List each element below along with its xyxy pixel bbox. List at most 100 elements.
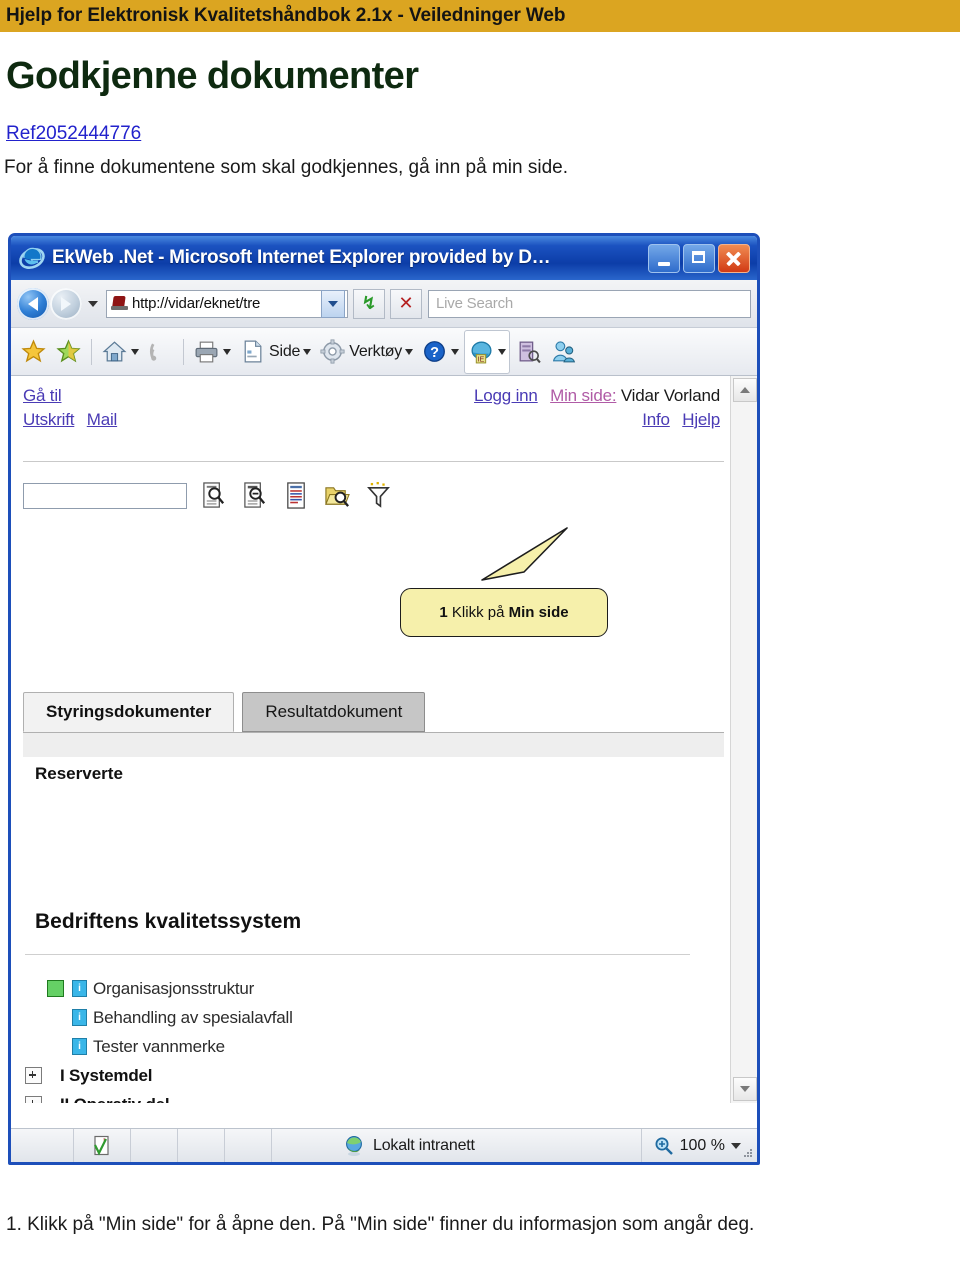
research-icon[interactable] bbox=[512, 331, 545, 373]
intro-paragraph: For å finne dokumentene som skal godkjen… bbox=[4, 157, 568, 178]
zoom-magnifier-icon bbox=[655, 1137, 673, 1155]
footer-step-text: 1. Klikk på "Min side" for å åpne den. P… bbox=[6, 1214, 755, 1235]
tree-item-label: I Systemdel bbox=[60, 1065, 153, 1085]
feeds-icon[interactable] bbox=[144, 331, 177, 373]
page-search-row bbox=[23, 481, 392, 510]
close-icon[interactable] bbox=[718, 243, 750, 273]
browser-page-viewport: Gå til Utskrift Mail Logg inn Min side: … bbox=[11, 376, 757, 1103]
address-bar[interactable]: http://vidar/eknet/tre bbox=[106, 289, 348, 318]
search-document-icon[interactable] bbox=[201, 481, 228, 510]
print-icon[interactable] bbox=[190, 331, 234, 373]
stop-icon[interactable]: ✕ bbox=[390, 288, 422, 319]
filter-funnel-icon[interactable] bbox=[365, 481, 392, 510]
tab-panel-header-strip bbox=[23, 733, 724, 757]
refresh-icon[interactable]: ↯ bbox=[353, 288, 385, 319]
page-menu-button[interactable]: Side bbox=[236, 331, 314, 373]
minimize-icon[interactable] bbox=[648, 243, 680, 273]
info-doc-icon: i bbox=[72, 1009, 87, 1026]
statusbar-segment bbox=[178, 1129, 225, 1162]
chevron-down-icon[interactable] bbox=[88, 300, 98, 307]
callout-text-bold: Min side bbox=[508, 604, 569, 621]
tree-item-ii-operativ-del[interactable]: II Operativ del bbox=[25, 1090, 710, 1103]
tools-menu-button[interactable]: Verktøy bbox=[316, 331, 416, 373]
tab-resultatdokument[interactable]: Resultatdokument bbox=[242, 692, 426, 732]
nav-row-info: Info Hjelp bbox=[474, 410, 720, 430]
nav-link-utskrift[interactable]: Utskrift bbox=[23, 410, 74, 430]
tree-item-behandling-spesialavfall[interactable]: i Behandling av spesialavfall bbox=[25, 1003, 710, 1032]
toolbar-separator bbox=[183, 338, 184, 365]
tree-item-label: Behandling av spesialavfall bbox=[93, 1007, 293, 1027]
tree-item-organisasjonsstruktur[interactable]: i Organisasjonsstruktur bbox=[25, 974, 710, 1003]
ie-compat-icon: IE bbox=[471, 341, 492, 364]
callout-number: 1 bbox=[439, 604, 448, 621]
nav-link-info[interactable]: Info bbox=[642, 410, 670, 430]
tree-item-label: II Operativ del bbox=[60, 1095, 170, 1104]
expand-plus-icon[interactable] bbox=[25, 1096, 42, 1103]
internet-explorer-icon bbox=[19, 245, 45, 271]
chevron-down-icon[interactable] bbox=[303, 348, 312, 355]
page-content: Gå til Utskrift Mail Logg inn Min side: … bbox=[11, 376, 730, 1103]
chevron-down-icon[interactable] bbox=[451, 348, 460, 355]
favorites-center-icon[interactable] bbox=[17, 331, 50, 373]
info-doc-icon: i bbox=[72, 1038, 87, 1055]
messenger-icon[interactable] bbox=[547, 331, 580, 373]
home-icon[interactable] bbox=[98, 331, 142, 373]
nav-row-1: Gå til bbox=[23, 386, 117, 406]
reference-link[interactable]: Ref2052444776 bbox=[6, 123, 141, 145]
maximize-icon[interactable] bbox=[683, 243, 715, 273]
page-nav-right: Logg inn Min side: Vidar Vorland Info Hj… bbox=[474, 386, 720, 434]
chevron-down-icon[interactable] bbox=[498, 348, 507, 355]
tools-icon bbox=[320, 339, 345, 364]
local-intranet-globe-icon bbox=[346, 1135, 362, 1156]
nav-link-min-side[interactable]: Min side: bbox=[550, 386, 616, 406]
chevron-down-icon[interactable] bbox=[131, 348, 139, 355]
nav-divider bbox=[23, 461, 724, 462]
address-input[interactable]: http://vidar/eknet/tre bbox=[132, 295, 321, 312]
page-favicon bbox=[111, 296, 128, 311]
tree-item-i-systemdel[interactable]: I Systemdel bbox=[25, 1061, 710, 1090]
chevron-down-icon[interactable] bbox=[731, 1142, 741, 1149]
chevron-down-icon[interactable] bbox=[223, 348, 231, 355]
tree-heading-kvalitetssystem: Bedriftens kvalitetssystem bbox=[35, 910, 302, 933]
document-tree: i Organisasjonsstruktur i Behandling av … bbox=[25, 974, 710, 1103]
nav-link-mail[interactable]: Mail bbox=[87, 410, 118, 430]
browser-titlebar: EkWeb .Net - Microsoft Internet Explorer… bbox=[11, 236, 757, 280]
tools-menu-label: Verktøy bbox=[349, 342, 403, 360]
help-icon[interactable]: ? bbox=[418, 331, 462, 373]
window-controls bbox=[648, 243, 753, 273]
search-placeholder: Live Search bbox=[436, 295, 514, 312]
security-zone[interactable]: Lokalt intranett bbox=[272, 1135, 641, 1157]
nav-row-account: Logg inn Min side: Vidar Vorland bbox=[474, 386, 720, 406]
add-to-favorites-icon[interactable] bbox=[52, 331, 85, 373]
statusbar-segment bbox=[225, 1129, 272, 1162]
scroll-up-arrow-icon[interactable] bbox=[733, 378, 757, 402]
chevron-down-icon[interactable] bbox=[405, 348, 414, 355]
nav-link-ga-til[interactable]: Gå til bbox=[23, 386, 62, 406]
search-input[interactable]: Live Search bbox=[428, 289, 751, 318]
report-list-icon[interactable] bbox=[283, 481, 310, 510]
forward-arrow-icon[interactable] bbox=[50, 287, 82, 320]
document-tabs: Styringsdokumenter Resultatdokument bbox=[23, 688, 724, 732]
resize-grip-icon[interactable] bbox=[742, 1147, 754, 1159]
ie-compat-button[interactable]: IE bbox=[464, 329, 511, 374]
scroll-down-arrow-icon[interactable] bbox=[733, 1077, 757, 1101]
page-nav-left: Gå til Utskrift Mail bbox=[23, 386, 117, 434]
tree-item-tester-vannmerke[interactable]: i Tester vannmerke bbox=[25, 1032, 710, 1061]
back-arrow-icon[interactable] bbox=[17, 287, 49, 320]
stop-glyph: ✕ bbox=[398, 293, 414, 313]
browser-navbar: http://vidar/eknet/tre ↯ ✕ Live Search bbox=[11, 280, 757, 328]
tab-styringsdokumenter[interactable]: Styringsdokumenter bbox=[23, 692, 235, 732]
status-box-placeholder bbox=[47, 1009, 64, 1026]
folder-search-icon[interactable] bbox=[324, 481, 351, 510]
search-document-minus-icon[interactable] bbox=[242, 481, 269, 510]
expand-plus-icon[interactable] bbox=[25, 1067, 42, 1084]
page-scrollbar[interactable] bbox=[730, 376, 757, 1103]
svg-text:IE: IE bbox=[478, 354, 485, 363]
security-report-icon[interactable]: ! bbox=[74, 1129, 131, 1162]
tree-divider bbox=[25, 954, 690, 955]
nav-link-logg-inn[interactable]: Logg inn bbox=[474, 386, 538, 406]
nav-link-hjelp[interactable]: Hjelp bbox=[682, 410, 720, 430]
zoom-control[interactable]: 100 % bbox=[640, 1129, 757, 1162]
document-search-input[interactable] bbox=[23, 482, 187, 509]
address-dropdown-chevron-down-icon[interactable] bbox=[321, 289, 345, 318]
